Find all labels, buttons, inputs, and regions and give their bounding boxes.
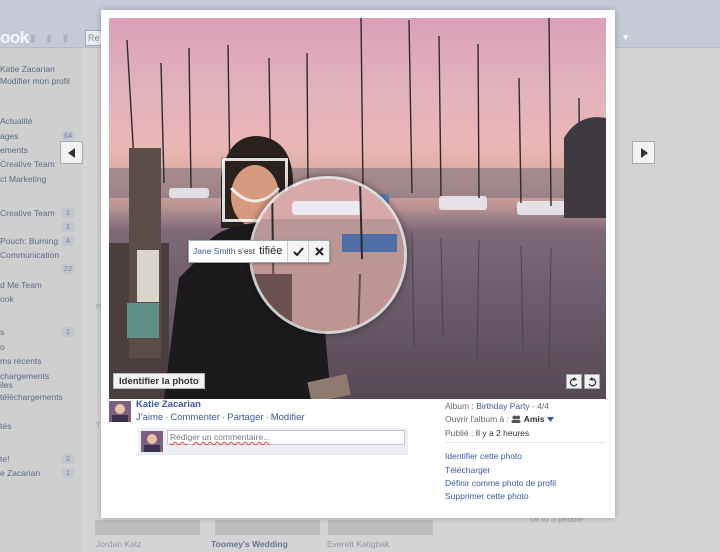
sidebar-count-badge: 1: [62, 222, 74, 232]
comment-input[interactable]: Rédiger un commentaire...: [167, 430, 405, 445]
next-photo-button[interactable]: [632, 141, 655, 164]
sidebar-item[interactable]: Creative Team: [0, 159, 55, 169]
sidebar-item[interactable]: te!: [0, 454, 9, 464]
comment-link[interactable]: Commenter: [170, 412, 220, 423]
download-link[interactable]: Télécharger: [445, 465, 490, 475]
close-icon: [315, 247, 324, 256]
sidebar-item[interactable]: s: [0, 327, 4, 337]
sidebar-item[interactable]: Modifier mon profil: [0, 76, 70, 86]
arrow-right-icon: [640, 147, 648, 158]
sidebar-item[interactable]: ements: [0, 145, 28, 155]
album-thumbnail[interactable]: [328, 520, 433, 535]
sidebar-item[interactable]: Pouch: Burning: [0, 236, 58, 246]
rotate-left-button[interactable]: [566, 374, 582, 389]
avatar-image: [141, 431, 163, 452]
sidebar-item[interactable]: ages: [0, 131, 18, 141]
sidebar-item[interactable]: ook: [0, 294, 14, 304]
album-caption[interactable]: Jordan Katz: [96, 539, 141, 549]
sidebar-item[interactable]: iles: [0, 380, 13, 390]
remove-tag-button[interactable]: [308, 241, 330, 262]
sidebar-item[interactable]: téléchargements: [0, 392, 63, 402]
facebook-logo[interactable]: ook: [0, 28, 29, 48]
album-thumbnail[interactable]: [95, 520, 200, 535]
photo-lightbox: Jane Smith s'est tifiée Identifier la ph…: [101, 10, 615, 518]
account-chevron-down-icon[interactable]: ▼: [621, 32, 630, 42]
rotate-right-button[interactable]: [584, 374, 600, 389]
sidebar-count-badge: 22: [62, 264, 74, 274]
tag-status-magnified-text: tifiée: [259, 245, 283, 257]
chevron-down-icon: [546, 417, 554, 422]
album-caption[interactable]: Everett Katigbak: [327, 539, 389, 549]
audience-selector[interactable]: Amis: [511, 414, 554, 424]
sidebar-item[interactable]: ms récents: [0, 356, 42, 366]
make-profile-picture-link[interactable]: Définir comme photo de profil: [445, 478, 556, 488]
sidebar-count-badge: 1: [62, 327, 74, 337]
sidebar-item[interactable]: Katie Zacarian: [0, 64, 55, 74]
previous-photo-button[interactable]: [60, 141, 83, 164]
sidebar-count-badge: 4: [62, 236, 74, 246]
album-caption[interactable]: Toomey's Wedding: [211, 539, 288, 549]
sidebar-item[interactable]: o: [0, 342, 5, 352]
arrow-left-icon: [67, 147, 75, 158]
sidebar-item[interactable]: ct Marketing: [0, 174, 46, 184]
album-link[interactable]: Birthday Party: [476, 401, 529, 411]
identify-this-photo-link[interactable]: Identifier cette photo: [445, 451, 522, 461]
avatar-image: [109, 401, 131, 422]
tagged-person-name[interactable]: Jane Smith: [193, 246, 236, 256]
checkmark-icon: [293, 247, 304, 256]
rotate-left-icon: [569, 376, 578, 386]
album-thumbnail[interactable]: [215, 520, 320, 535]
photo[interactable]: Jane Smith s'est tifiée Identifier la ph…: [109, 18, 606, 399]
sidebar-count-badge: 1: [62, 468, 74, 478]
sidebar-item[interactable]: Actualité: [0, 116, 33, 126]
photo-actions: J'aime · Commenter · Partager · Modifier: [136, 412, 305, 423]
divider: [445, 442, 606, 443]
sidebar-item[interactable]: Communication: [0, 250, 59, 260]
sidebar-item[interactable]: d Me Team: [0, 280, 42, 290]
sidebar-count-badge: 64: [62, 131, 74, 141]
identify-photo-button[interactable]: Identifier la photo: [113, 373, 205, 389]
left-sidebar: Katie Zacarian Modifier mon profil Actuali…: [0, 48, 82, 552]
delete-photo-link[interactable]: Supprimer cette photo: [445, 491, 529, 501]
rotate-right-icon: [588, 376, 597, 386]
background-label: T: [96, 420, 101, 429]
tag-confirmation-bubble: Jane Smith s'est tifiée: [188, 240, 331, 263]
comment-composer: Rédiger un commentaire...: [138, 428, 408, 455]
share-link[interactable]: Partager: [227, 412, 263, 423]
owner-avatar[interactable]: [109, 401, 131, 422]
sidebar-item[interactable]: tés: [0, 421, 11, 431]
edit-link[interactable]: Modifier: [271, 412, 305, 423]
tag-status-text: s'est: [235, 246, 256, 256]
audience-info: Ouvrir l'album à : Amis: [445, 414, 554, 424]
right-column-background: [632, 48, 720, 552]
sidebar-item[interactable]: e Zacarian: [0, 468, 40, 478]
sidebar-count-badge: 2: [62, 454, 74, 464]
notification-icons[interactable]: ▮ ▮ ▮: [30, 33, 72, 44]
published-info: Publié : Il y a 2 heures: [445, 428, 530, 438]
like-link[interactable]: J'aime: [136, 412, 163, 423]
confirm-tag-button[interactable]: [287, 241, 309, 262]
owner-name-link[interactable]: Katie Zacarian: [136, 399, 201, 410]
comment-placeholder: Rédiger un commentaire...: [170, 432, 271, 442]
sidebar-item[interactable]: Creative Team: [0, 208, 55, 218]
album-info: Album : Birthday Party - 4/4: [445, 401, 549, 411]
sidebar-count-badge: 1: [62, 208, 74, 218]
friends-icon: [511, 415, 521, 423]
commenter-avatar: [141, 431, 163, 452]
